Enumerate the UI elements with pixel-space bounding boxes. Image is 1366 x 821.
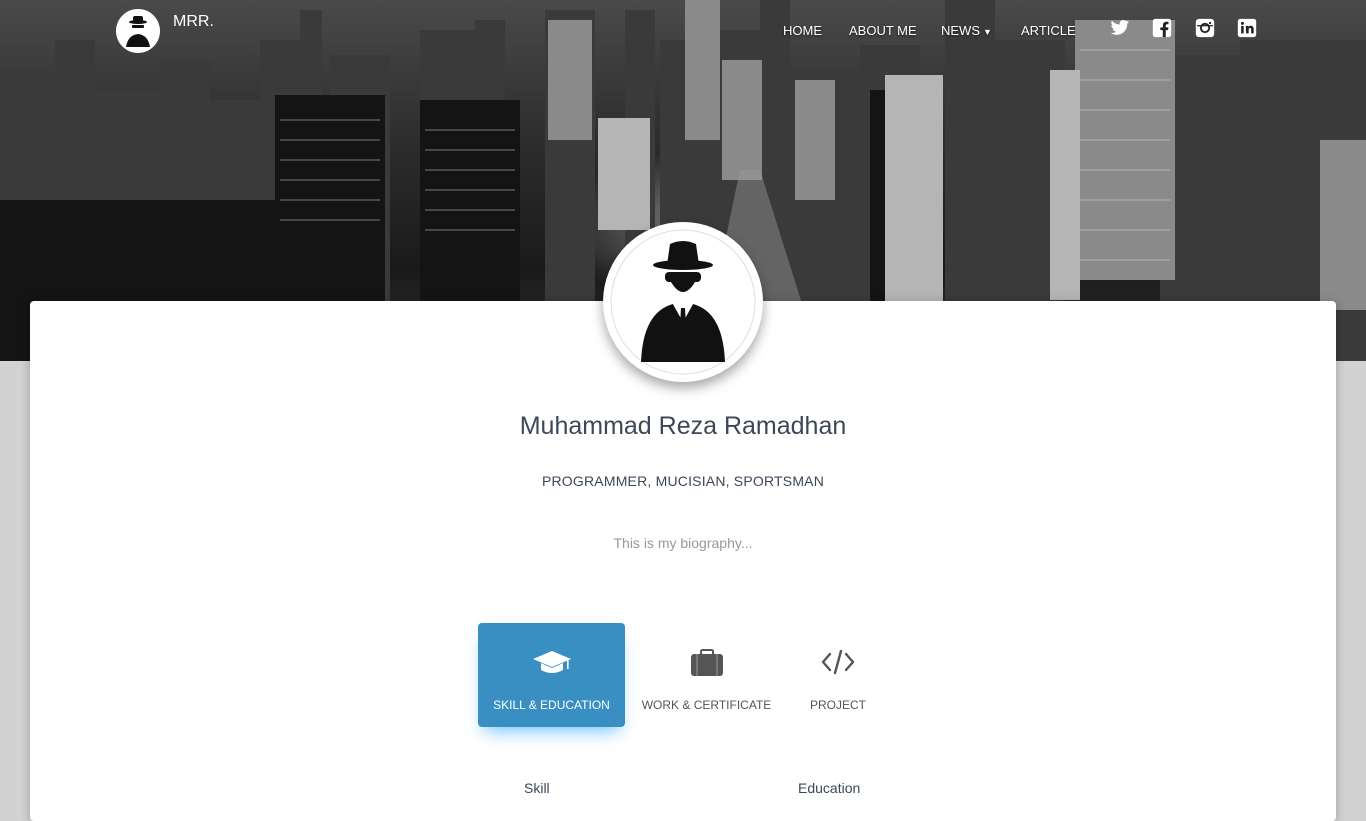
graduation-cap-icon: [532, 649, 572, 680]
caret-down-icon: ▼: [983, 27, 992, 37]
tab-label: WORK & CERTIFICATE: [641, 698, 772, 712]
nav-news[interactable]: NEWS ▼: [941, 23, 992, 38]
tab-work-certificate[interactable]: WORK & CERTIFICATE: [634, 623, 779, 727]
tab-label: PROJECT: [809, 698, 866, 712]
profile-bio: This is my biography...: [613, 535, 753, 551]
tab-project[interactable]: PROJECT: [798, 623, 878, 727]
nav-home[interactable]: HOME: [783, 23, 822, 38]
spy-logo-icon: [116, 9, 160, 53]
facebook-icon[interactable]: [1152, 18, 1172, 38]
code-icon: [821, 649, 855, 678]
instagram-icon[interactable]: [1195, 18, 1215, 38]
briefcase-icon: [690, 649, 724, 680]
nav-about-me[interactable]: ABOUT ME: [849, 23, 917, 38]
brand-name[interactable]: MRR.: [173, 13, 214, 31]
spy-avatar-icon: [605, 224, 761, 380]
section-education-heading: Education: [798, 780, 861, 796]
profile-name: Muhammad Reza Ramadhan: [519, 412, 847, 440]
profile-tagline: PROGRAMMER, MUCISIAN, SPORTSMAN: [541, 473, 825, 489]
linkedin-icon[interactable]: [1237, 18, 1257, 38]
tab-label: SKILL & EDUCATION: [493, 698, 610, 712]
section-skill-heading: Skill: [524, 780, 550, 796]
nav-news-label: NEWS: [941, 23, 980, 38]
nav-article[interactable]: ARTICLE: [1021, 23, 1076, 38]
brand-logo[interactable]: [116, 9, 160, 53]
tab-skill-education[interactable]: SKILL & EDUCATION: [478, 623, 625, 727]
twitter-icon[interactable]: [1110, 18, 1130, 38]
profile-avatar: [603, 222, 763, 382]
